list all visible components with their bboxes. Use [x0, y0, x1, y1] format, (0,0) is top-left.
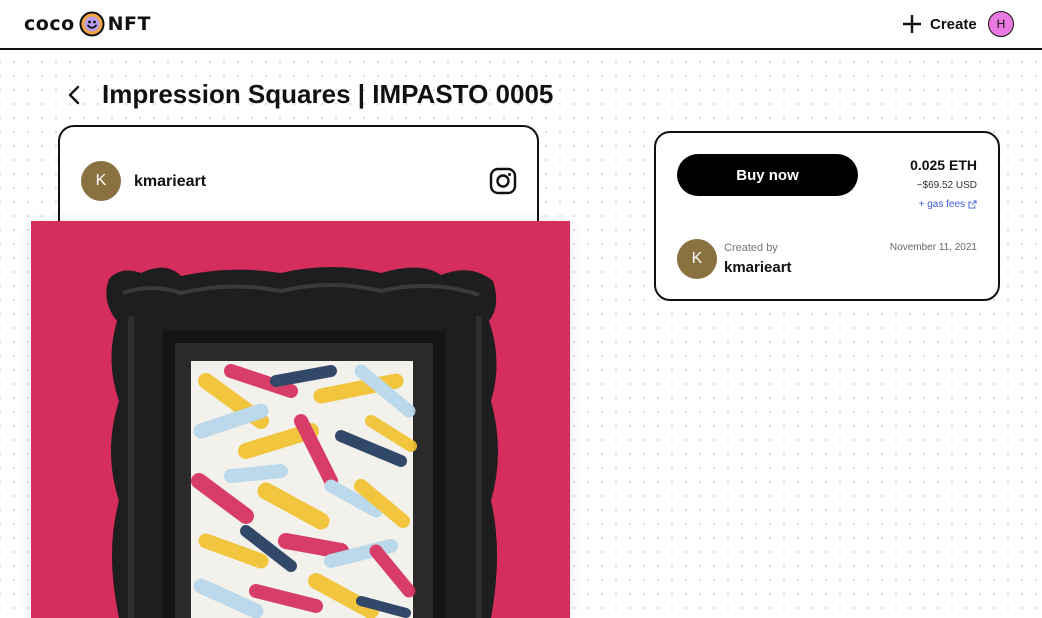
create-label: Create	[930, 15, 977, 33]
purchase-card: Buy now 0.025 ETH ~$69.52 USD + gas fees…	[654, 131, 1000, 301]
creator-avatar[interactable]: K	[677, 239, 717, 279]
nft-artwork-image[interactable]	[31, 221, 570, 618]
created-date: November 11, 2021	[889, 242, 977, 253]
price-eth: 0.025 ETH	[910, 157, 977, 173]
artist-name[interactable]: kmarieart	[134, 173, 206, 191]
gas-fees-label: + gas fees	[918, 199, 965, 210]
logo-text-nft: NFT	[107, 13, 151, 35]
artist-avatar[interactable]: K	[81, 161, 121, 201]
create-button[interactable]: Create	[902, 12, 977, 36]
plus-icon	[903, 15, 921, 33]
price-usd: ~$69.52 USD	[916, 180, 977, 191]
top-nav-bar: coco NFT Create H	[0, 0, 1042, 50]
framed-painting-illustration	[31, 221, 570, 618]
creator-name[interactable]: kmarieart	[724, 259, 792, 276]
instagram-icon[interactable]	[489, 167, 517, 195]
page-title: Impression Squares | IMPASTO 0005	[102, 79, 554, 109]
coco-nft-logo[interactable]: coco NFT	[24, 10, 151, 38]
buy-now-button[interactable]: Buy now	[677, 154, 858, 196]
logo-text-coco: coco	[24, 13, 75, 35]
gas-fees-link[interactable]: + gas fees	[919, 199, 977, 210]
created-by-label: Created by	[724, 242, 778, 254]
chevron-left-icon[interactable]	[64, 84, 86, 106]
smiley-face-icon	[79, 11, 105, 37]
user-avatar[interactable]: H	[988, 11, 1014, 37]
external-link-icon	[968, 200, 977, 209]
